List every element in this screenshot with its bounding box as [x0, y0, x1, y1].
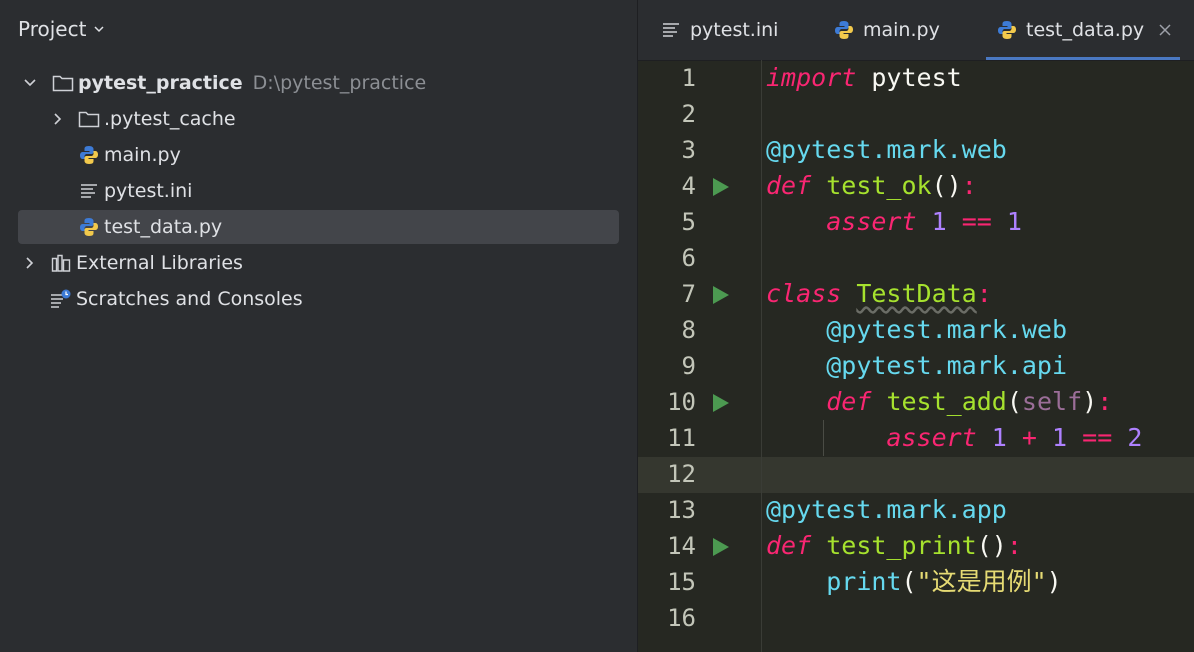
text-file-icon [78, 180, 100, 202]
tree-item-pytest-practice[interactable]: pytest_practice D:\pytest_practice [18, 66, 619, 100]
code-line[interactable]: 4 def test_ok(): [638, 168, 1194, 204]
tree-item-path: D:\pytest_practice [252, 72, 427, 94]
code-text: class TestData: [766, 279, 992, 308]
line-number: 6 [681, 244, 696, 272]
python-icon [78, 144, 100, 166]
code-text: assert 1 == 1 [826, 207, 1022, 236]
editor-tab-bar: pytest.ini main.py test_data.py [638, 0, 1194, 61]
code-text: @pytest.mark.app [766, 495, 1007, 524]
code-line[interactable]: 12 [638, 456, 1194, 492]
code-line[interactable]: 7 class TestData: [638, 276, 1194, 312]
line-number: 16 [667, 604, 696, 632]
run-test-icon[interactable] [710, 285, 730, 305]
tab-main-py[interactable]: main.py [833, 0, 940, 60]
line-number: 4 [681, 172, 696, 200]
tree-item-pytest-ini[interactable]: pytest.ini [18, 174, 619, 208]
code-text: @pytest.mark.web [766, 135, 1007, 164]
line-number: 5 [681, 208, 696, 236]
code-line[interactable]: 13 @pytest.mark.app [638, 492, 1194, 528]
tree-item-label: main.py [104, 144, 181, 166]
tree-item-label: .pytest_cache [104, 108, 236, 130]
line-number: 12 [667, 460, 696, 488]
code-line[interactable]: 11 assert 1 + 1 == 2 [638, 420, 1194, 456]
folder-icon [52, 72, 74, 94]
code-line[interactable]: 15 print("这是用例") [638, 564, 1194, 600]
line-number: 1 [681, 64, 696, 92]
code-line[interactable]: 2 [638, 96, 1194, 132]
code-line[interactable]: 8 @pytest.mark.web [638, 312, 1194, 348]
text-file-icon [660, 19, 682, 41]
code-text: assert 1 + 1 == 2 [886, 423, 1143, 452]
code-line[interactable]: 9 @pytest.mark.api [638, 348, 1194, 384]
chevron-down-icon [94, 26, 104, 33]
tree-item-label: pytest.ini [104, 180, 193, 202]
line-number: 11 [667, 424, 696, 452]
line-number: 7 [681, 280, 696, 308]
code-line[interactable]: 16 [638, 600, 1194, 636]
code-line[interactable]: 10 def test_add(self): [638, 384, 1194, 420]
chevron-right-icon[interactable] [22, 255, 38, 271]
project-view-selector[interactable]: Project [18, 14, 104, 44]
library-icon [50, 252, 72, 274]
code-text: def test_add(self): [826, 387, 1113, 416]
tab-label: main.py [863, 19, 940, 41]
line-number: 15 [667, 568, 696, 596]
line-number: 14 [667, 532, 696, 560]
line-number: 10 [667, 388, 696, 416]
line-number: 3 [681, 136, 696, 164]
run-test-icon[interactable] [710, 393, 730, 413]
folder-icon [78, 108, 100, 130]
line-number: 2 [681, 100, 696, 128]
project-panel: Project pytest_practice D:\pytest_practi… [0, 0, 637, 652]
python-icon [833, 19, 855, 41]
code-text: def test_print(): [766, 531, 1022, 560]
tree-item-label: Scratches and Consoles [76, 288, 303, 310]
code-text: def test_ok(): [766, 171, 977, 200]
tree-item-pytest-cache[interactable]: .pytest_cache [18, 102, 619, 136]
python-icon [996, 19, 1018, 41]
chevron-down-icon[interactable] [22, 75, 38, 91]
code-text: print("这是用例") [826, 567, 1062, 596]
tree-item-scratches[interactable]: Scratches and Consoles [18, 282, 619, 316]
tree-item-test-data-py[interactable]: test_data.py [18, 210, 619, 244]
tab-test-data-py[interactable]: test_data.py [985, 0, 1181, 60]
code-line[interactable]: 14 def test_print(): [638, 528, 1194, 564]
line-number: 13 [667, 496, 696, 524]
code-line[interactable]: 5 assert 1 == 1 [638, 204, 1194, 240]
tab-label: test_data.py [1026, 19, 1145, 41]
code-line[interactable]: 1 import pytest [638, 60, 1194, 96]
close-icon[interactable] [1158, 23, 1172, 37]
line-number: 8 [681, 316, 696, 344]
tree-item-label: pytest_practice [78, 72, 243, 94]
run-test-icon[interactable] [710, 537, 730, 557]
code-text: import pytest [766, 63, 962, 92]
python-icon [78, 216, 100, 238]
tab-pytest-ini[interactable]: pytest.ini [660, 0, 778, 60]
editor-area[interactable]: pytest.ini main.py test_data.py 1 import … [638, 0, 1194, 652]
chevron-right-icon[interactable] [50, 111, 66, 127]
code-text: @pytest.mark.api [826, 351, 1068, 380]
code-text: @pytest.mark.web [826, 315, 1068, 344]
project-title: Project [18, 17, 87, 41]
tree-item-external-libraries[interactable]: External Libraries [18, 246, 619, 280]
tab-label: pytest.ini [690, 19, 779, 41]
tree-item-label: test_data.py [104, 216, 223, 238]
tree-item-main-py[interactable]: main.py [18, 138, 619, 172]
code-line[interactable]: 6 [638, 240, 1194, 276]
scratches-icon [50, 288, 72, 310]
line-number: 9 [681, 352, 696, 380]
tree-item-label: External Libraries [76, 252, 243, 274]
run-test-icon[interactable] [710, 177, 730, 197]
code-line[interactable]: 3 @pytest.mark.web [638, 132, 1194, 168]
